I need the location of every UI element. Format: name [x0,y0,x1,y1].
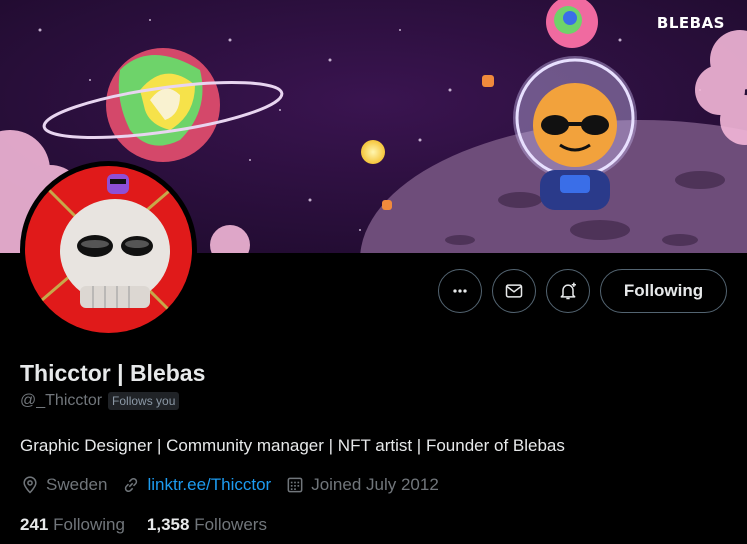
notify-button[interactable] [546,269,590,313]
avatar-image [25,166,192,333]
profile-actions: Following [438,269,727,313]
profile-meta: Sweden linktr.ee/Thicctor Joined July 20… [20,475,439,495]
following-count: 241 [20,515,49,534]
followers-label: Followers [194,515,267,534]
location-pin-icon [23,476,37,494]
profile-name: Thicctor | Blebas [20,360,206,386]
followers-count: 1,358 [146,515,190,534]
profile-stats: 241 Following 1,358 Followers [20,515,267,535]
website-item: linktr.ee/Thicctor [121,475,271,495]
profile-page: BLEBAS Following Thicctor | Blebas @_Thi… [0,0,747,544]
link-icon [125,477,138,493]
followers-stat[interactable]: 1,358 Followers [147,515,267,535]
joined-item: Joined July 2012 [285,475,439,495]
following-label: Following [53,515,125,534]
more-button[interactable] [438,269,482,313]
location-text: Sweden [46,475,108,494]
message-button[interactable] [492,269,536,313]
calendar-icon [287,477,303,493]
mail-icon [505,284,523,298]
website-link[interactable]: linktr.ee/Thicctor [147,475,271,495]
following-stat[interactable]: 241 Following [20,515,125,535]
profile-bio: Graphic Designer | Community manager | N… [20,436,565,455]
following-button[interactable]: Following [600,269,727,313]
profile-avatar[interactable] [20,161,197,338]
joined-text: Joined July 2012 [311,475,439,494]
follows-you-badge: Follows you [108,392,180,410]
more-icon [453,289,467,293]
banner-logo-text: BLEBAS [656,14,725,32]
handle-row: @_Thicctor Follows you [20,392,180,410]
location-item: Sweden [20,475,107,495]
profile-handle: @_Thicctor [20,392,103,409]
bell-plus-icon [560,282,576,300]
